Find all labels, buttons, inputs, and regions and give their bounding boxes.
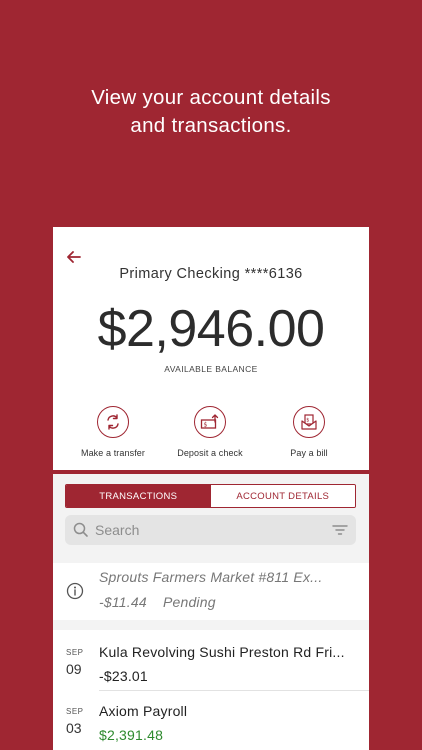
arrow-left-icon — [67, 251, 81, 263]
deposit-check-label: Deposit a check — [177, 448, 243, 458]
promo-headline-line-1: View your account details — [91, 86, 331, 109]
transaction-amount: -$23.01 — [99, 668, 148, 684]
available-balance-label: AVAILABLE BALANCE — [164, 364, 258, 374]
transaction-row[interactable]: SEP 03 Axiom Payroll $2,391.48 — [53, 691, 369, 749]
back-button[interactable] — [65, 249, 85, 265]
tab-transactions[interactable]: TRANSACTIONS — [66, 485, 211, 507]
promo-headline: View your account details and transactio… — [0, 84, 422, 140]
transaction-description: Kula Revolving Sushi Preston Rd Fri... — [99, 644, 345, 660]
account-name: Primary Checking ****6136 — [119, 266, 303, 282]
pay-bill-button[interactable]: $ Pay a bill — [259, 406, 359, 458]
info-icon — [66, 582, 84, 600]
pending-amount: -$11.44 — [99, 594, 147, 610]
transactions-controls: TRANSACTIONS ACCOUNT DETAILS — [53, 474, 369, 567]
transaction-amount: $2,391.48 — [99, 727, 164, 743]
search-input[interactable] — [95, 522, 315, 538]
transfer-icon — [97, 406, 129, 438]
deposit-check-button[interactable]: $ Deposit a check — [160, 406, 260, 458]
transaction-description: Axiom Payroll — [99, 703, 188, 719]
pending-description: Sprouts Farmers Market #811 Ex... — [99, 569, 323, 585]
svg-text:$: $ — [306, 418, 309, 424]
transaction-month: SEP — [66, 707, 84, 716]
filter-icon — [332, 525, 348, 535]
transaction-month: SEP — [66, 648, 84, 657]
available-balance: $2,946.00 — [97, 300, 325, 358]
pending-transaction-row[interactable]: Sprouts Farmers Market #811 Ex... -$11.4… — [53, 563, 369, 620]
view-toggle: TRANSACTIONS ACCOUNT DETAILS — [65, 484, 356, 508]
transaction-row[interactable]: SEP 09 Kula Revolving Sushi Preston Rd F… — [53, 632, 369, 690]
search-icon — [73, 522, 88, 537]
make-transfer-button[interactable]: Make a transfer — [63, 406, 163, 458]
filter-button[interactable] — [332, 523, 348, 537]
search-bar — [65, 515, 356, 545]
section-gap — [53, 620, 369, 630]
promo-headline-line-2: and transactions. — [130, 114, 292, 137]
tab-account-details[interactable]: ACCOUNT DETAILS — [210, 485, 355, 507]
bill-icon: $ — [293, 406, 325, 438]
check-deposit-icon: $ — [194, 406, 226, 438]
transaction-day: 09 — [66, 661, 82, 677]
svg-text:$: $ — [204, 422, 208, 429]
phone-screen: Primary Checking ****6136 $2,946.00 AVAI… — [53, 227, 369, 750]
make-transfer-label: Make a transfer — [80, 448, 146, 458]
account-summary: Primary Checking ****6136 $2,946.00 AVAI… — [53, 227, 369, 470]
transaction-day: 03 — [66, 720, 82, 736]
pending-amount-line: -$11.44 Pending — [99, 594, 216, 610]
pending-status: Pending — [162, 594, 216, 610]
pay-bill-label: Pay a bill — [290, 448, 328, 458]
